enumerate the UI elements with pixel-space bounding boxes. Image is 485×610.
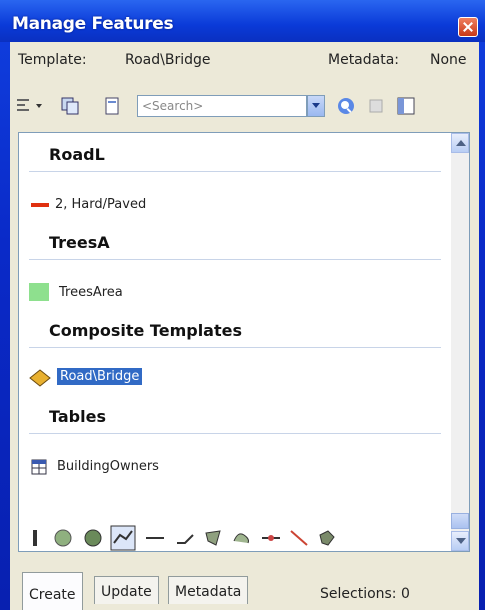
search-icon[interactable] <box>336 96 356 116</box>
manage-features-window: Manage Features Template: Road\Bridge Me… <box>0 0 485 610</box>
selections-count: Selections: 0 <box>320 586 410 602</box>
template-list: RoadL 2, Hard/Paved TreesA TreesArea Com… <box>18 132 470 552</box>
search-input[interactable]: <Search> <box>137 95 307 117</box>
template-value: Road\Bridge <box>125 52 211 68</box>
group-header-tables: Tables <box>49 407 106 426</box>
scroll-up-arrow[interactable] <box>451 133 469 153</box>
group-header-treesa: TreesA <box>49 233 110 252</box>
diamond-icon <box>29 369 51 387</box>
table-item-buildingowners[interactable]: BuildingOwners <box>57 459 159 474</box>
tab-metadata[interactable]: Metadata <box>168 576 249 604</box>
title-bar[interactable]: Manage Features <box>0 0 485 42</box>
polygon-tool-icon[interactable] <box>202 527 224 549</box>
trace-tool-icon[interactable] <box>82 527 104 549</box>
straight-segment-icon[interactable] <box>144 527 166 549</box>
organize-dropdown-icon[interactable] <box>16 96 46 116</box>
template-item-treesarea[interactable]: TreesArea <box>59 285 123 300</box>
columns-icon[interactable] <box>396 96 416 116</box>
line-tool-icon[interactable] <box>110 525 136 551</box>
freehand-tool-icon[interactable] <box>230 527 252 549</box>
close-button[interactable] <box>458 17 478 37</box>
right-angle-icon[interactable] <box>174 527 196 549</box>
metadata-label: Metadata: <box>328 52 400 68</box>
group-header-composite-templates: Composite Templates <box>49 321 242 340</box>
template-item-road-bridge[interactable]: Road\Bridge <box>57 368 143 385</box>
green-square-icon <box>29 283 49 301</box>
group-header-roadl: RoadL <box>49 145 105 164</box>
new-template-icon[interactable] <box>102 96 122 116</box>
template-info-row: Template: Road\Bridge Metadata: None <box>10 42 479 80</box>
search-dropdown-button[interactable] <box>307 95 325 117</box>
divider <box>29 347 441 348</box>
toolbar: <Search> <box>10 92 479 122</box>
properties-icon[interactable] <box>366 96 386 116</box>
tab-create[interactable]: Create <box>22 572 83 610</box>
metadata-value: None <box>430 52 467 68</box>
template-item-hard-paved[interactable]: 2, Hard/Paved <box>55 197 146 212</box>
divider <box>29 259 441 260</box>
vertical-scrollbar[interactable] <box>451 133 469 551</box>
diagonal-line-icon[interactable] <box>288 527 310 549</box>
template-label: Template: <box>18 52 87 68</box>
tab-update[interactable]: Update <box>94 576 159 604</box>
divider <box>29 433 441 434</box>
main-panel: Template: Road\Bridge Metadata: None <Se… <box>10 42 479 610</box>
window-title: Manage Features <box>12 14 174 34</box>
table-icon <box>31 459 47 475</box>
midpoint-tool-icon[interactable] <box>260 527 282 549</box>
autocomplete-polygon-icon[interactable] <box>316 527 338 549</box>
red-line-icon <box>31 203 49 207</box>
divider <box>29 171 441 172</box>
point-tool-icon[interactable] <box>24 527 46 549</box>
circle-tool-icon[interactable] <box>52 527 74 549</box>
tab-strip: Create Update Metadata Selections: 0 <box>10 572 479 610</box>
selected-template-label: Road\Bridge <box>57 368 143 385</box>
copy-icon[interactable] <box>60 96 80 116</box>
construction-tools-bar <box>10 517 479 557</box>
